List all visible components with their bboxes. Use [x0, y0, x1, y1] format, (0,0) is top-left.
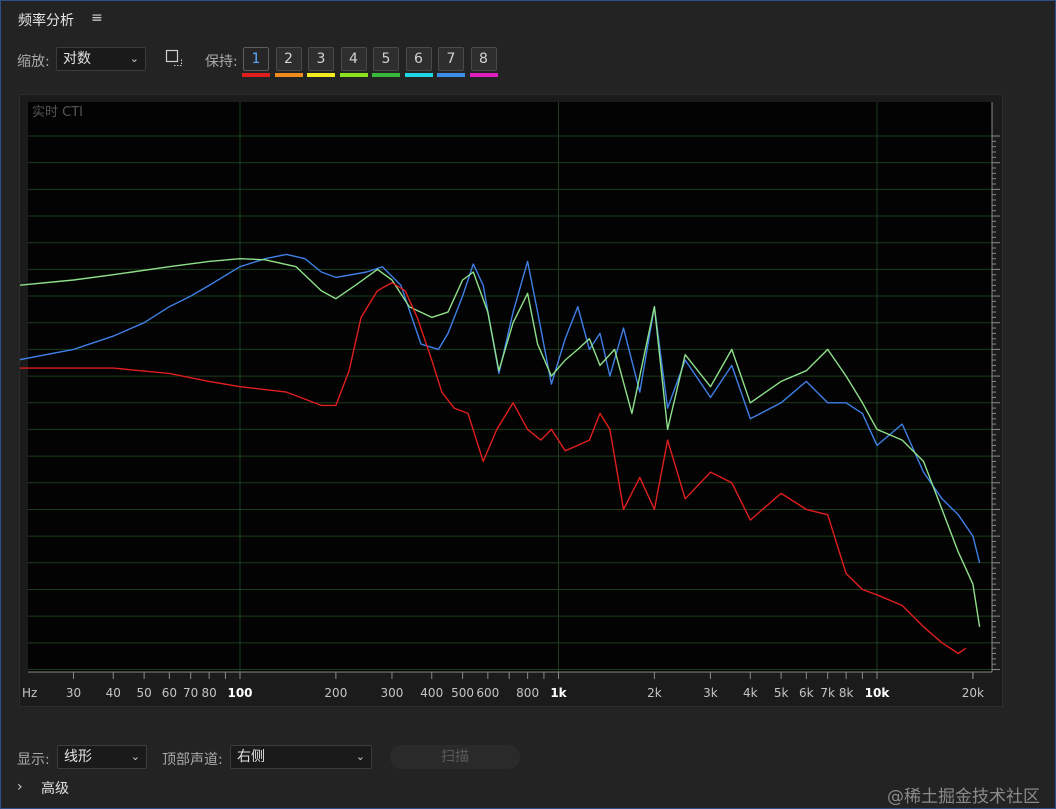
frequency-analysis-panel: 频率分析 ≡ 缩放: 对数 ⌄ 保持: 12345678 0-5-10-15-2…	[0, 0, 1056, 809]
freq-tick-label: 30	[66, 686, 81, 700]
freq-tick-label: 8k	[839, 686, 854, 700]
freq-tick-label: 70	[183, 686, 198, 700]
chevron-down-icon: ⌄	[130, 750, 140, 763]
scale-dropdown[interactable]: 对数 ⌄	[56, 47, 146, 71]
zoom-selection-icon[interactable]	[165, 49, 183, 67]
panel-title: 频率分析	[18, 13, 74, 29]
hold-color-4	[339, 73, 368, 77]
freq-tick-label: 200	[324, 686, 347, 700]
chevron-down-icon: ⌄	[355, 750, 365, 763]
freq-tick-label: 600	[476, 686, 499, 700]
hold-button-1[interactable]: 1	[243, 47, 269, 71]
hold-button-8[interactable]: 8	[470, 47, 497, 71]
scale-label: 缩放:	[17, 54, 50, 70]
freq-tick-label: 500	[451, 686, 474, 700]
spectrum-plot[interactable]: 0-5-10-15-20-25-30-35-40-45-50-55-60-65-…	[19, 94, 1003, 707]
top-channel-dropdown[interactable]: 右侧 ⌄	[230, 745, 372, 769]
freq-tick-label: 300	[381, 686, 404, 700]
display-value: 线形	[64, 749, 92, 765]
realtime-cti-label: 实时 CTI	[32, 105, 83, 120]
freq-tick-label: 3k	[703, 686, 718, 700]
chevron-down-icon: ⌄	[129, 52, 139, 65]
display-label: 显示:	[17, 752, 50, 768]
hold-button-7[interactable]: 7	[438, 47, 464, 71]
freq-tick-label: 6k	[799, 686, 814, 700]
spectrum-chart: 0-5-10-15-20-25-30-35-40-45-50-55-60-65-…	[20, 102, 1000, 700]
top-channel-value: 右侧	[237, 749, 265, 765]
top-channel-label: 顶部声道:	[162, 752, 223, 768]
scale-value: 对数	[63, 51, 91, 67]
hold-button-5[interactable]: 5	[373, 47, 399, 71]
hold-color-1	[242, 73, 270, 77]
chevron-right-icon[interactable]: ›	[17, 779, 23, 795]
freq-tick-label: 4k	[743, 686, 758, 700]
hold-button-6[interactable]: 6	[405, 47, 432, 71]
freq-tick-label: 20k	[962, 686, 984, 700]
hold-button-2[interactable]: 2	[275, 47, 302, 71]
freq-tick-label: 40	[106, 686, 121, 700]
hold-color-3	[307, 73, 335, 77]
hold-color-8	[469, 73, 498, 77]
freq-tick-label: 10k	[865, 686, 891, 700]
hold-color-7	[437, 73, 465, 77]
display-dropdown[interactable]: 线形 ⌄	[57, 745, 147, 769]
freq-tick-label: 400	[420, 686, 443, 700]
watermark: @稀土掘金技术社区	[887, 787, 1040, 807]
freq-tick-label: 80	[201, 686, 216, 700]
freq-tick-label: 800	[516, 686, 539, 700]
hold-button-3[interactable]: 3	[308, 47, 334, 71]
hold-color-2	[274, 73, 303, 77]
freq-tick-label: 1k	[550, 686, 567, 700]
freq-tick-label: 2k	[647, 686, 662, 700]
scan-button[interactable]: 扫描	[390, 745, 520, 769]
hold-button-4[interactable]: 4	[340, 47, 367, 71]
hamburger-menu-icon[interactable]: ≡	[91, 10, 103, 26]
freq-tick-label: 60	[162, 686, 177, 700]
hold-color-5	[372, 73, 400, 77]
freq-tick-label: 50	[136, 686, 151, 700]
freq-tick-label: 7k	[820, 686, 835, 700]
freq-tick-label: 5k	[774, 686, 789, 700]
hold-label: 保持:	[205, 54, 238, 70]
hz-unit-label: Hz	[22, 686, 37, 700]
advanced-toggle-label[interactable]: 高级	[41, 778, 69, 798]
hold-color-6	[404, 73, 433, 77]
freq-tick-label: 100	[227, 686, 252, 700]
